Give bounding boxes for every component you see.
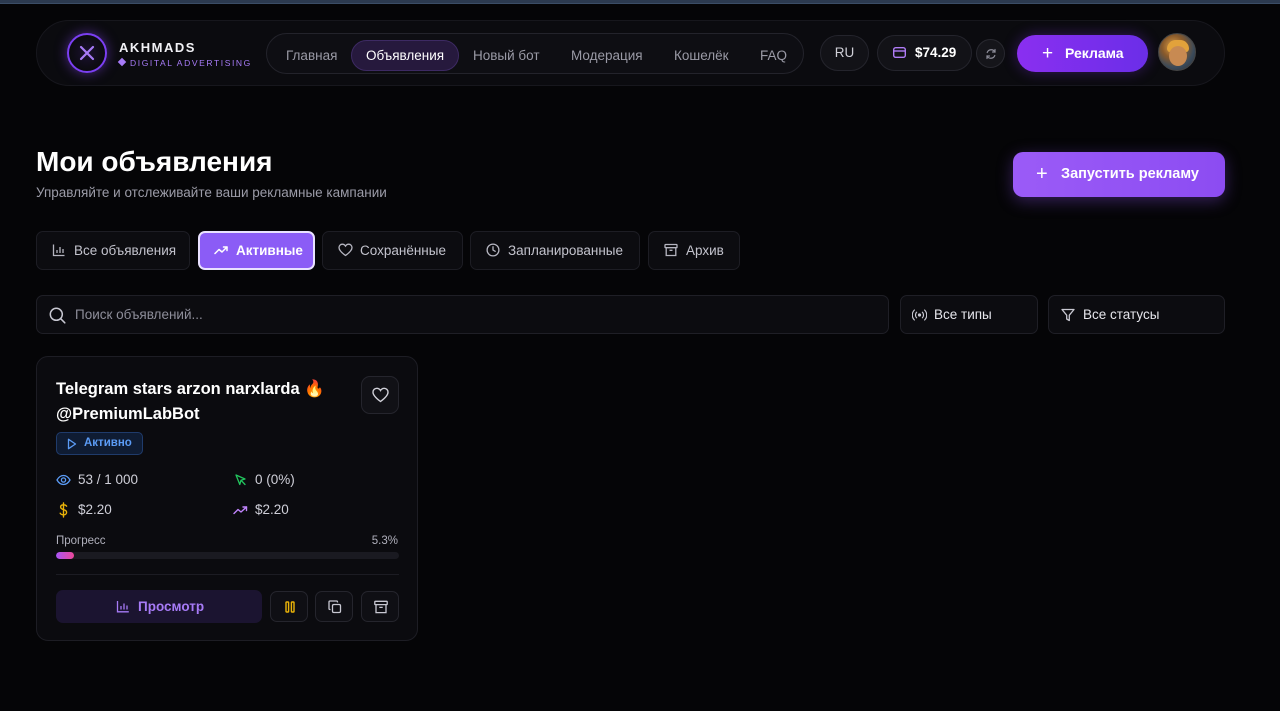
duplicate-button[interactable]	[315, 591, 353, 622]
tab-label: Запланированные	[508, 243, 624, 258]
tab-saved[interactable]: Сохранённые	[322, 231, 463, 270]
search-placeholder: Поиск объявлений...	[75, 307, 203, 322]
tab-scheduled[interactable]: Запланированные	[470, 231, 640, 270]
favorite-button[interactable]	[361, 376, 399, 414]
progress-label: Прогресс	[56, 535, 106, 547]
tab-label: Сохранённые	[360, 243, 446, 258]
plus-icon: +	[1042, 43, 1054, 64]
nav-item-home[interactable]: Главная	[272, 40, 351, 71]
create-ad-label: Реклама	[1065, 45, 1124, 61]
ad-title: Telegram stars arzon narxlarda 🔥 @Premiu…	[56, 380, 325, 423]
main-nav: Главная Объявления Новый бот Модерация К…	[266, 33, 804, 74]
heart-icon	[338, 243, 353, 257]
trending-up-icon	[233, 506, 248, 515]
tab-active[interactable]: Активные	[198, 231, 315, 270]
copy-icon	[328, 600, 342, 614]
card-divider	[56, 574, 399, 575]
archive-icon	[664, 243, 678, 257]
status-filter-select[interactable]: Все статусы	[1048, 295, 1225, 334]
bar-chart-icon	[116, 601, 129, 613]
progress-bar	[56, 552, 399, 559]
balance-value: $74.29	[915, 45, 957, 60]
nav-item-new-bot[interactable]: Новый бот	[459, 40, 554, 71]
heart-icon	[372, 387, 389, 403]
progress-percent: 5.3%	[371, 535, 398, 547]
refresh-icon	[986, 48, 996, 60]
view-ad-label: Просмотр	[138, 599, 205, 614]
search-input[interactable]: Поиск объявлений...	[36, 295, 889, 334]
type-filter-label: Все типы	[934, 307, 992, 322]
tab-label: Все объявления	[74, 243, 177, 258]
brand-tagline: DIGITAL ADVERTISING	[117, 57, 252, 68]
x-logo-icon	[79, 45, 95, 61]
launch-ad-button[interactable]: + Запустить рекламу	[1013, 152, 1225, 197]
top-navbar: AKHMADS DIGITAL ADVERTISING Главная Объя…	[36, 20, 1225, 86]
pause-button[interactable]	[270, 591, 308, 622]
archive-button[interactable]	[361, 591, 399, 622]
language-button[interactable]: RU	[820, 35, 869, 71]
type-filter-select[interactable]: Все типы	[900, 295, 1038, 334]
budget-value: $2.20	[78, 502, 112, 517]
tab-all-ads[interactable]: Все объявления	[36, 231, 190, 270]
status-filter-label: Все статусы	[1083, 307, 1160, 322]
nav-item-ads[interactable]: Объявления	[351, 40, 460, 71]
nav-item-moderation[interactable]: Модерация	[557, 40, 657, 71]
nav-item-faq[interactable]: FAQ	[746, 40, 801, 71]
status-text: Активно	[84, 437, 132, 449]
archive-icon	[374, 600, 388, 614]
ad-card: Telegram stars arzon narxlarda 🔥 @Premiu…	[36, 356, 418, 641]
bar-chart-icon	[52, 244, 65, 257]
dollar-icon	[59, 502, 68, 518]
play-icon	[67, 438, 77, 450]
card-icon	[893, 47, 906, 58]
clock-icon	[486, 243, 500, 257]
pause-icon	[285, 601, 295, 613]
search-icon	[49, 307, 66, 324]
view-ad-button[interactable]: Просмотр	[56, 590, 262, 623]
tab-archive[interactable]: Архив	[648, 231, 740, 270]
cursor-click-icon	[235, 474, 246, 486]
status-badge: Активно	[56, 432, 143, 455]
progress-fill	[56, 552, 75, 559]
page-subtitle: Управляйте и отслеживайте ваши рекламные…	[36, 185, 387, 200]
diamond-icon	[117, 57, 127, 67]
broadcast-icon	[912, 309, 927, 321]
user-avatar[interactable]	[1158, 33, 1196, 71]
create-ad-button[interactable]: + Реклама	[1017, 35, 1148, 72]
spent-value: $2.20	[255, 502, 289, 517]
page-title: Мои объявления	[36, 146, 273, 177]
clicks-value: 0 (0%)	[255, 472, 295, 487]
brand-tagline-text: DIGITAL ADVERTISING	[130, 58, 252, 68]
brand-name: AKHMADS	[119, 40, 196, 55]
tab-label: Активные	[236, 243, 303, 258]
eye-icon	[56, 474, 71, 486]
trending-up-icon	[214, 246, 228, 255]
plus-icon: +	[1036, 163, 1048, 185]
refresh-balance-button[interactable]	[976, 39, 1005, 68]
nav-item-wallet[interactable]: Кошелёк	[660, 40, 743, 71]
brand-logo[interactable]	[67, 33, 107, 73]
wallet-balance-button[interactable]: $74.29	[877, 35, 972, 71]
views-value: 53 / 1 000	[78, 472, 139, 487]
window-top-border	[0, 0, 1280, 4]
filter-icon	[1061, 308, 1075, 322]
launch-ad-label: Запустить рекламу	[1061, 166, 1199, 182]
tab-label: Архив	[686, 243, 724, 258]
